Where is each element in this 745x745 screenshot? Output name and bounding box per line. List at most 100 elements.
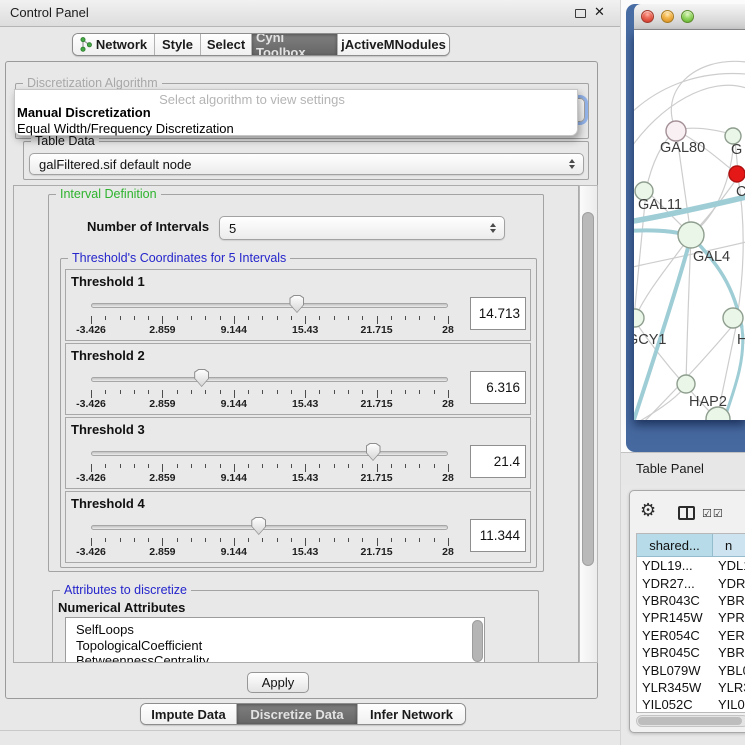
table-row[interactable]: YBR043CYBR0	[637, 592, 745, 609]
slider-tick	[234, 464, 235, 472]
tick-label: -3.426	[59, 472, 123, 484]
gear-icon[interactable]: ⚙	[640, 502, 656, 520]
threshold-value-field[interactable]: 11.344	[470, 519, 526, 552]
slider-tick	[220, 464, 221, 468]
node-label: GCY1	[634, 332, 667, 348]
list-item[interactable]: BetweennessCentrality	[66, 653, 484, 663]
table-data-combobox[interactable]: galFiltered.sif default node	[29, 153, 584, 175]
mac-minimize-button[interactable]	[661, 10, 674, 23]
tick-label: 15.43	[273, 472, 337, 484]
threshold-value-field[interactable]: 14.713	[470, 297, 526, 330]
list-item[interactable]: SelfLoops	[66, 622, 484, 638]
threshold-slider[interactable]: -3.4262.8599.14415.4321.71528	[66, 270, 530, 340]
float-window-icon[interactable]	[575, 9, 586, 18]
tab-style[interactable]: Style	[154, 34, 200, 55]
network-node[interactable]	[666, 121, 686, 141]
scrollbar-thumb[interactable]	[582, 212, 594, 566]
network-window-titlebar[interactable]	[634, 4, 745, 30]
slider-tick	[134, 464, 135, 468]
network-node[interactable]	[678, 222, 704, 248]
network-node[interactable]	[729, 166, 745, 182]
slider-tick	[291, 390, 292, 394]
threshold-block: Threshold 3-3.4262.8599.14415.4321.71528…	[65, 417, 531, 489]
table-row[interactable]: YDL19...YDL1	[637, 557, 745, 574]
slider-tick	[405, 538, 406, 542]
table-row[interactable]: YLR345WYLR3	[637, 679, 745, 696]
numerical-attributes-list[interactable]: SelfLoopsTopologicalCoefficientBetweenne…	[65, 617, 485, 663]
table-body: YDL19...YDL1YDR27...YDR2YBR043CYBR0YPR14…	[637, 557, 745, 713]
scrollbar-thumb[interactable]	[638, 717, 742, 725]
slider-track[interactable]	[91, 451, 448, 456]
number-of-intervals-combobox[interactable]: 5	[219, 216, 505, 240]
tab-cyni-toolbox[interactable]: Cyni Toolbox	[251, 34, 337, 55]
tab-jactivemnodules[interactable]: jActiveMNodules	[337, 34, 449, 55]
slider-track[interactable]	[91, 303, 448, 308]
slider-thumb[interactable]	[289, 295, 304, 313]
slider-tick	[305, 390, 306, 398]
slider-tick	[377, 316, 378, 324]
table-row[interactable]: YPR145WYPR1	[637, 609, 745, 626]
tab-network[interactable]: Network	[73, 34, 154, 55]
tab-select[interactable]: Select	[200, 34, 251, 55]
mac-zoom-button[interactable]	[681, 10, 694, 23]
network-node[interactable]	[634, 309, 644, 327]
tick-label: 9.144	[202, 324, 266, 336]
slider-tick	[377, 538, 378, 546]
panel-scrollbar[interactable]	[579, 185, 598, 663]
table-row[interactable]: YIL052CYIL0	[637, 696, 745, 713]
select-columns-icon[interactable]: ☑☑	[702, 507, 724, 520]
split-columns-icon[interactable]	[678, 506, 695, 520]
slider-track[interactable]	[91, 525, 448, 530]
slider-tick	[319, 538, 320, 542]
slider-tick	[348, 390, 349, 394]
slider-tick	[134, 538, 135, 542]
slider-thumb[interactable]	[194, 369, 209, 387]
slider-tick	[419, 390, 420, 394]
dropdown-option-manual[interactable]: Manual Discretization	[17, 105, 151, 120]
list-scrollbar[interactable]	[472, 620, 483, 662]
apply-button[interactable]: Apply	[247, 672, 309, 693]
network-node[interactable]	[723, 308, 743, 328]
tab-impute-data[interactable]: Impute Data	[141, 704, 236, 724]
slider-thumb[interactable]	[366, 443, 381, 461]
slider-thumb[interactable]	[251, 517, 266, 535]
list-item[interactable]: TopologicalCoefficient	[66, 638, 484, 654]
table-row[interactable]: YBL079WYBL0	[637, 661, 745, 678]
threshold-value-field[interactable]: 6.316	[470, 371, 526, 404]
cell-name: YPR1	[713, 610, 745, 625]
slider-tick	[448, 538, 449, 546]
close-icon[interactable]: ✕	[594, 4, 605, 20]
slider-tick	[148, 316, 149, 320]
slider-tick	[162, 390, 163, 398]
slider-track[interactable]	[91, 377, 448, 382]
tab-infer-network[interactable]: Infer Network	[357, 704, 465, 724]
tick-label: -3.426	[59, 324, 123, 336]
threshold-slider[interactable]: -3.4262.8599.14415.4321.71528	[66, 418, 530, 488]
slider-tick	[191, 464, 192, 468]
slider-tick	[262, 538, 263, 542]
tab-discretize-data[interactable]: Discretize Data	[236, 704, 357, 724]
network-window[interactable]: GAL80GCGAL11GAL4GCY1HHAP2	[626, 4, 745, 452]
group-title: Threshold's Coordinates for 5 Intervals	[68, 251, 290, 265]
network-canvas[interactable]: GAL80GCGAL11GAL4GCY1HHAP2	[634, 30, 745, 420]
table-row[interactable]: YDR27...YDR2	[637, 574, 745, 591]
slider-tick	[419, 316, 420, 320]
slider-tick	[234, 316, 235, 324]
column-header-shared-name[interactable]: shared...	[637, 534, 713, 557]
mac-close-button[interactable]	[641, 10, 654, 23]
table-row[interactable]: YBR045CYBR0	[637, 644, 745, 661]
node-attribute-table[interactable]: shared... n YDL19...YDL1YDR27...YDR2YBR0…	[636, 533, 745, 713]
slider-tick	[405, 390, 406, 394]
column-header-name[interactable]: n	[713, 534, 745, 557]
table-row[interactable]: YER054CYER0	[637, 627, 745, 644]
threshold-slider[interactable]: -3.4262.8599.14415.4321.71528	[66, 492, 530, 562]
control-panel-tabs: Network Style Select Cyni Toolbox jActiv…	[72, 33, 450, 56]
dropdown-option-equal-width[interactable]: Equal Width/Frequency Discretization	[17, 121, 234, 136]
threshold-slider[interactable]: -3.4262.8599.14415.4321.71528	[66, 344, 530, 414]
threshold-value-field[interactable]: 21.4	[470, 445, 526, 478]
table-horizontal-scrollbar[interactable]	[636, 715, 745, 727]
network-node[interactable]	[677, 375, 695, 393]
cell-shared-name: YDL19...	[637, 558, 713, 573]
slider-tick	[305, 538, 306, 546]
node-label: C	[736, 184, 745, 200]
